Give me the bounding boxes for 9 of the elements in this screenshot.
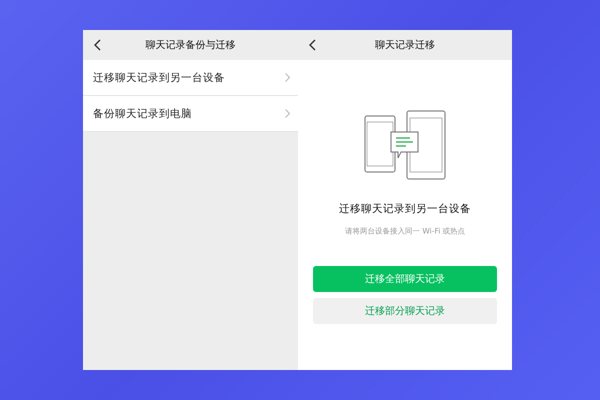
back-icon[interactable] — [93, 39, 101, 51]
chevron-icon — [284, 109, 290, 118]
menu-item[interactable]: 备份聊天记录到电脑 — [83, 96, 298, 132]
screen-title: 聊天记录备份与迁移 — [145, 38, 236, 52]
chevron-icon — [284, 73, 290, 82]
back-icon[interactable] — [308, 39, 316, 51]
menu-item[interactable]: 迁移聊天记录到另一台设备 — [83, 60, 298, 96]
screen-title: 聊天记录迁移 — [374, 38, 435, 52]
heading: 迁移聊天记录到另一台设备 — [338, 202, 471, 216]
